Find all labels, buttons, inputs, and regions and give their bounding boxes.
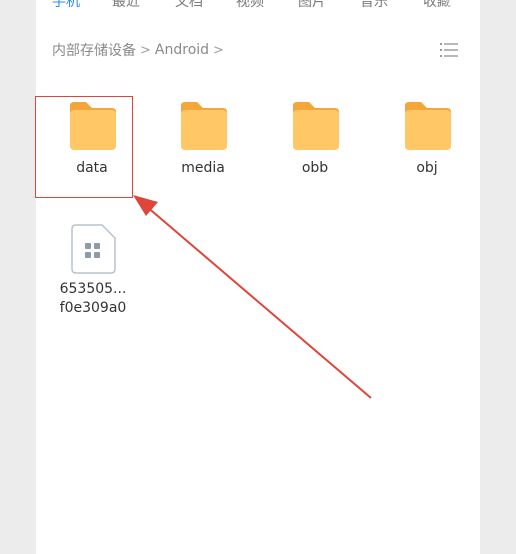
breadcrumb-separator: > — [213, 42, 224, 58]
folder-name: media — [181, 160, 225, 176]
category-tabs: 手机 最近 文档 视频 图片 音乐 收藏 — [36, 0, 480, 15]
file-name-line1: 653505... — [59, 281, 127, 297]
breadcrumb: 内部存储设备 > Android > — [52, 40, 228, 60]
folder-icon — [293, 102, 339, 150]
file-manager-screen: 手机 最近 文档 视频 图片 音乐 收藏 内部存储设备 > Android > … — [36, 0, 480, 554]
folder-item-media[interactable]: media — [167, 100, 239, 176]
folder-item-obj[interactable]: obj — [391, 100, 463, 176]
breadcrumb-separator: > — [140, 42, 151, 58]
tab-videos[interactable]: 视频 — [236, 0, 264, 11]
folder-name: obj — [416, 160, 438, 176]
folder-name: obb — [301, 160, 329, 176]
tab-phone[interactable]: 手机 — [52, 0, 80, 11]
folder-item-obb[interactable]: obb — [279, 100, 351, 176]
list-view-icon[interactable] — [440, 42, 458, 58]
breadcrumb-current[interactable]: Android — [155, 42, 209, 58]
tab-documents[interactable]: 文档 — [175, 0, 203, 11]
file-name-line2: f0e309a0 — [59, 300, 127, 316]
file-item[interactable]: 653505... f0e309a0 — [52, 224, 134, 318]
annotation-highlight-box — [35, 96, 133, 198]
breadcrumb-root[interactable]: 内部存储设备 — [52, 40, 136, 60]
folder-icon — [405, 102, 451, 150]
document-icon — [71, 224, 116, 274]
tab-recent[interactable]: 最近 — [112, 0, 140, 11]
tab-images[interactable]: 图片 — [298, 0, 326, 11]
folder-icon — [181, 102, 227, 150]
tab-music[interactable]: 音乐 — [360, 0, 388, 11]
file-name: 653505... f0e309a0 — [52, 280, 134, 318]
tab-scroll-fade — [440, 0, 480, 15]
